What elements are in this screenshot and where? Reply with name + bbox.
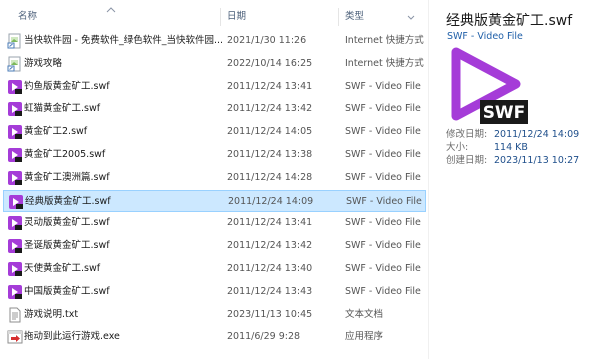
preview-pane: 经典版黄金矿工.swf SWF - Video File SWF 修改日期: 20… [430, 0, 600, 359]
detail-row: 创建日期: 2023/11/13 10:27 [446, 154, 600, 167]
file-name: 灵动版黄金矿工.swf [24, 217, 110, 229]
file-date: 2011/12/24 13:40 [227, 263, 313, 274]
file-name: 游戏说明.txt [24, 308, 79, 320]
file-name: 游戏攻略 [24, 57, 63, 69]
file-row[interactable]: 游戏说明.txt 2023/11/13 10:45 文本文档 [3, 304, 426, 326]
file-list-pane: 名称 日期 类型 当快软件园 - 免费软件_绿色软件_当快软件园... 2021/… [0, 0, 426, 359]
file-name: 天使黄金矿工.swf [24, 263, 101, 274]
file-name: 钓鱼版黄金矿工.swf [24, 80, 110, 92]
file-date: 2011/12/24 13:38 [227, 149, 313, 160]
file-type: SWF - Video File [345, 263, 421, 274]
file-type: SWF - Video File [345, 240, 421, 252]
swf-large-icon: SWF [451, 47, 528, 124]
swf-file-icon [7, 170, 23, 186]
detail-value: 2023/11/13 10:27 [494, 155, 580, 166]
internet-shortcut-icon [7, 33, 23, 49]
file-name: 黄金矿工2005.swf [24, 149, 106, 160]
file-name: 拖动到此运行游戏.exe [24, 331, 120, 343]
file-name: 黄金矿工澳洲篇.swf [24, 171, 110, 183]
file-type: SWF - Video File [346, 195, 422, 207]
swf-file-icon [8, 194, 24, 210]
file-name: 圣诞版黄金矿工.swf [24, 240, 110, 252]
detail-label: 大小: [446, 142, 469, 153]
file-date: 2023/11/13 10:45 [227, 308, 313, 320]
detail-label: 创建日期: [446, 155, 488, 166]
file-date: 2011/12/24 13:41 [227, 80, 313, 92]
file-row[interactable]: 虹猫黄金矿工.swf 2011/12/24 13:42 SWF - Video Fi… [3, 98, 426, 120]
swf-file-icon [7, 238, 23, 254]
file-row[interactable]: 游戏攻略 2022/10/14 16:25 Internet 快捷方式 [3, 53, 426, 75]
column-header-type[interactable]: 类型 [345, 6, 364, 28]
swf-file-icon [7, 101, 23, 117]
file-name: 中国版黄金矿工.swf [24, 285, 110, 297]
file-type: 文本文档 [345, 308, 384, 320]
file-type: SWF - Video File [345, 217, 421, 229]
file-type: 应用程序 [345, 331, 384, 343]
file-date: 2011/12/24 13:42 [227, 240, 313, 252]
preview-details: 修改日期: 2011/12/24 14:09 大小: 114 KB 创建日期: 2023/… [446, 128, 600, 167]
pane-divider[interactable] [428, 0, 429, 359]
file-row-selected[interactable]: 经典版黄金矿工.swf 2011/12/24 14:09 SWF - Video F… [3, 189, 426, 212]
file-row[interactable]: 黄金矿工2005.swf 2011/12/24 13:38 SWF - Video … [3, 144, 426, 166]
swf-file-icon [7, 261, 23, 277]
file-date: 2021/1/30 11:26 [227, 35, 307, 46]
file-row[interactable]: 中国版黄金矿工.swf 2011/12/24 13:43 SWF - Video F… [3, 281, 426, 303]
column-header-date[interactable]: 日期 [227, 6, 246, 28]
exe-file-icon [7, 329, 23, 345]
swf-badge-text: SWF [483, 103, 526, 123]
detail-row: 修改日期: 2011/12/24 14:09 [446, 128, 600, 141]
file-name: 当快软件园 - 免费软件_绿色软件_当快软件园... [24, 35, 224, 46]
file-date: 2011/12/24 13:43 [227, 285, 313, 297]
chevron-down-icon[interactable] [407, 15, 415, 20]
file-type: SWF - Video File [345, 285, 421, 297]
column-header-name[interactable]: 名称 [18, 6, 37, 28]
detail-label: 修改日期: [446, 129, 488, 140]
file-date: 2022/10/14 16:25 [227, 57, 313, 69]
file-date: 2011/12/24 14:28 [227, 171, 313, 183]
file-name: 虹猫黄金矿工.swf [24, 103, 101, 115]
swf-file-icon [7, 284, 23, 300]
detail-value: 2011/12/24 14:09 [494, 129, 580, 140]
swf-file-icon [7, 147, 23, 163]
column-header-bar: 名称 日期 类型 [0, 6, 426, 28]
preview-title: 经典版黄金矿工.swf [446, 13, 573, 29]
column-separator[interactable] [338, 8, 339, 26]
internet-shortcut-icon [7, 56, 23, 72]
file-type: SWF - Video File [345, 126, 421, 138]
swf-file-icon [7, 79, 23, 95]
detail-row: 大小: 114 KB [446, 141, 600, 154]
file-row[interactable]: 当快软件园 - 免费软件_绿色软件_当快软件园... 2021/1/30 11:2… [3, 30, 426, 52]
file-row[interactable]: 黄金矿工澳洲篇.swf 2011/12/24 14:28 SWF - Video F… [3, 167, 426, 189]
file-name: 黄金矿工2.swf [24, 126, 88, 138]
file-row[interactable]: 黄金矿工2.swf 2011/12/24 14:05 SWF - Video Fil… [3, 121, 426, 143]
file-date: 2011/6/29 9:28 [227, 331, 301, 343]
swf-file-icon [7, 124, 23, 140]
file-type: SWF - Video File [345, 149, 421, 160]
file-type: SWF - Video File [345, 171, 421, 183]
file-row[interactable]: 天使黄金矿工.swf 2011/12/24 13:40 SWF - Video Fi… [3, 258, 426, 280]
column-separator[interactable] [220, 8, 221, 26]
file-row[interactable]: 拖动到此运行游戏.exe 2011/6/29 9:28 应用程序 [3, 326, 426, 348]
swf-file-icon [7, 215, 23, 231]
file-name: 经典版黄金矿工.swf [25, 195, 111, 207]
file-type: Internet 快捷方式 [345, 35, 424, 46]
file-row[interactable]: 圣诞版黄金矿工.swf 2011/12/24 13:42 SWF - Video F… [3, 235, 426, 257]
file-date: 2011/12/24 14:05 [227, 126, 313, 138]
file-type: Internet 快捷方式 [345, 57, 424, 69]
file-row[interactable]: 钓鱼版黄金矿工.swf 2011/12/24 13:41 SWF - Video F… [3, 76, 426, 98]
file-type: SWF - Video File [345, 103, 421, 115]
file-date: 2011/12/24 13:42 [227, 103, 313, 115]
file-date: 2011/12/24 14:09 [228, 195, 314, 207]
file-type: SWF - Video File [345, 80, 421, 92]
text-file-icon [7, 307, 23, 323]
file-date: 2011/12/24 13:41 [227, 217, 313, 229]
sort-ascending-icon [106, 7, 116, 13]
file-row[interactable]: 灵动版黄金矿工.swf 2011/12/24 13:41 SWF - Video F… [3, 212, 426, 234]
detail-value: 114 KB [494, 142, 528, 153]
preview-file-type: SWF - Video File [447, 31, 523, 42]
